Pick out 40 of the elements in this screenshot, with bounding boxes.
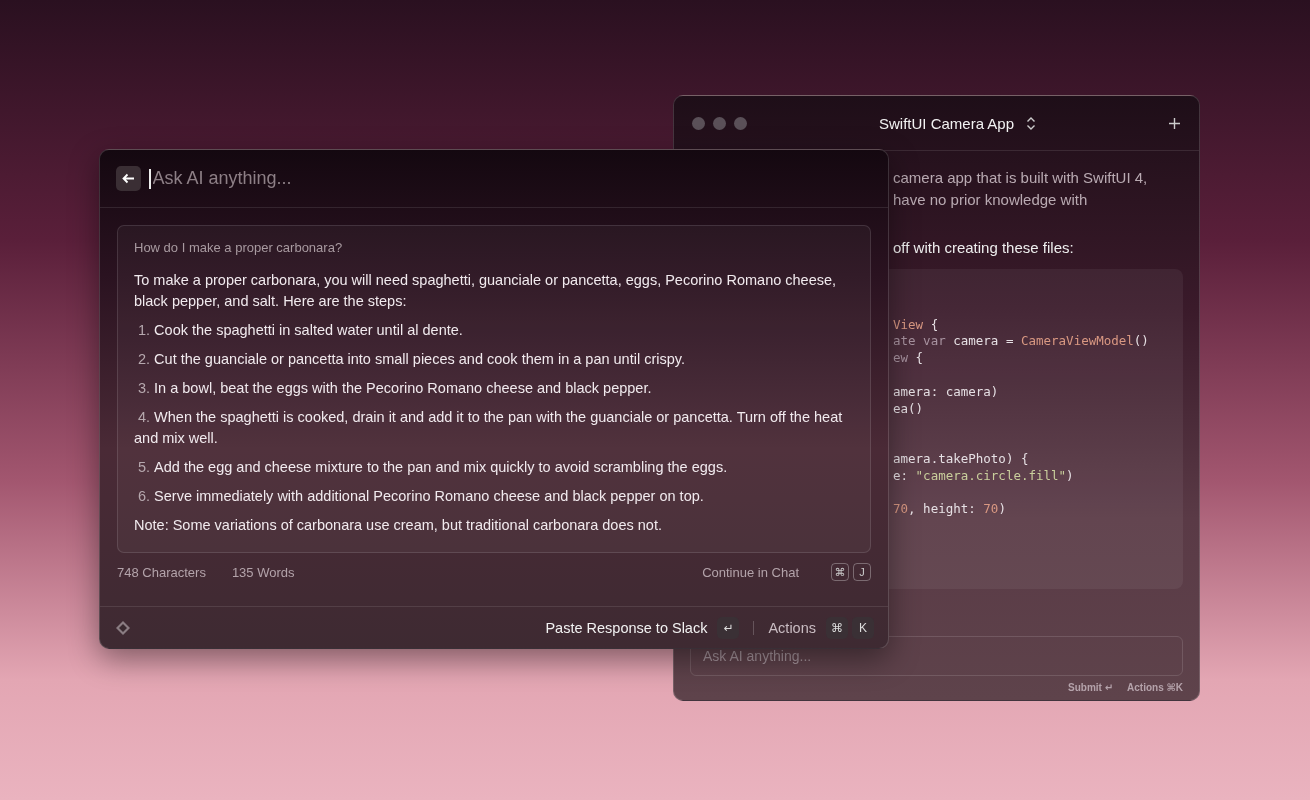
step-text: 6. Serve immediately with additional Pecorino Romano cheese and black pepper on top. xyxy=(137,487,705,506)
answer-text: To make a proper carbonara, you will need spaghetti, guanciale or pancetta, eggs, Pecorino Romano cheese, black pepper, and salt. Here are the steps: xyxy=(134,271,838,311)
continue-link[interactable]: Continue in Chat xyxy=(702,564,799,580)
question-text: How do I make a proper carbonara? xyxy=(134,240,344,255)
stat-text: 748 Characters xyxy=(117,564,206,580)
key-cap: ⌘ xyxy=(826,616,848,639)
step-text: 3. In a bowl, beat the eggs with the Pecorino Romano cheese and black pepper. xyxy=(137,379,653,398)
message-text: off with creating these files: xyxy=(893,238,1075,258)
paste-button[interactable]: Paste Response to Slack xyxy=(545,619,708,636)
code-line: View { xyxy=(893,316,940,334)
code-line: amera: camera) xyxy=(893,383,1000,401)
step-text: 2. Cut the guanciale or pancetta into small pieces and cook them in a pan until crispy. xyxy=(137,350,686,369)
step-text: 4. When the spaghetti is cooked, drain it and add it to the pan with the guanciale or pancetta. Turn off the heat and mix well. xyxy=(134,408,844,448)
code-line: e: "camera.circle.fill") xyxy=(893,467,1075,485)
stat-text: 135 Words xyxy=(231,564,295,580)
plus-icon[interactable] xyxy=(1168,116,1181,130)
message-text: camera app that is built with SwiftUI 4, xyxy=(893,168,1149,188)
key-cap: ⌘ xyxy=(831,563,849,581)
text-cursor xyxy=(149,168,151,189)
logo-icon xyxy=(114,618,132,637)
arrow-left-icon xyxy=(122,173,135,184)
step-text: 5. Add the egg and cheese mixture to the pan and mix quickly to avoid scrambling the eggs. xyxy=(137,458,729,477)
code-line: ate var camera = CameraViewModel() xyxy=(893,333,1150,351)
key-cap: ↵ xyxy=(717,616,740,639)
key-cap: K xyxy=(852,616,874,639)
note-text: Note: Some variations of carbonara use cream, but traditional carbonara does not. xyxy=(134,516,663,535)
shortcut-hint: Actions ⌘K xyxy=(1127,682,1183,693)
code-line: 70, height: 70) xyxy=(893,501,1007,519)
code-line: ew { xyxy=(893,350,925,367)
actions-button[interactable]: Actions xyxy=(768,619,816,636)
message-text: have no prior knowledge with xyxy=(893,190,1089,210)
chevron-up-down-icon[interactable] xyxy=(1026,115,1037,131)
search-field[interactable]: Ask AI anything... xyxy=(152,168,872,189)
back-button[interactable] xyxy=(116,166,141,191)
code-line: amera.takePhoto) { xyxy=(893,450,1030,468)
code-line: ea() xyxy=(893,400,925,418)
key-cap: J xyxy=(853,563,871,581)
window-title: SwiftUI Camera App xyxy=(878,114,1015,132)
step-text: 1. Cook the spaghetti in salted water until al dente. xyxy=(137,321,464,340)
shortcut-hint: Submit ↵ xyxy=(1068,682,1114,693)
